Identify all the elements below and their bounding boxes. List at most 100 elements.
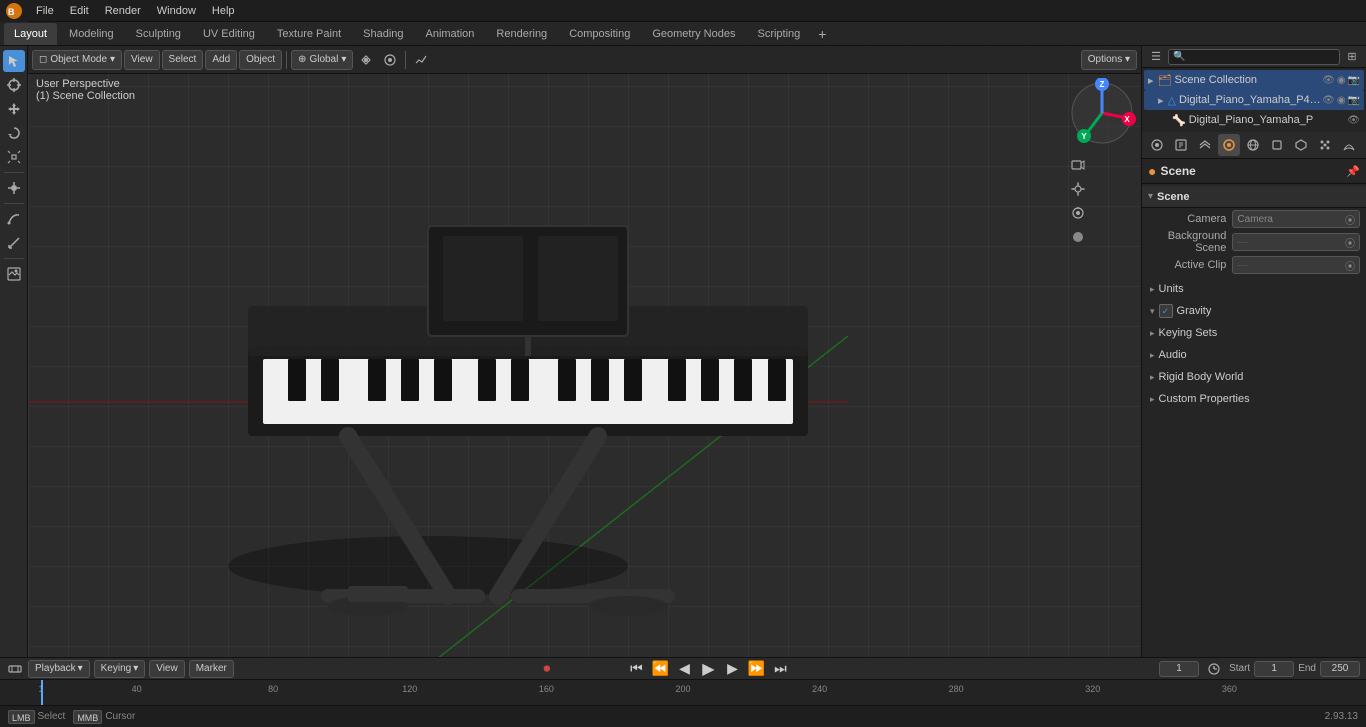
transform-dropdown[interactable]: ⊕ Global ▾: [291, 50, 353, 70]
next-frame-button[interactable]: ▶: [722, 660, 742, 677]
rotate-tool-button[interactable]: [3, 122, 25, 144]
graph-editor-button[interactable]: [410, 49, 432, 71]
tab-scripting[interactable]: Scripting: [747, 23, 810, 45]
tab-shading[interactable]: Shading: [353, 23, 413, 45]
menu-file[interactable]: File: [28, 0, 62, 22]
camera-view-button[interactable]: [1067, 154, 1089, 176]
viewport-icon[interactable]: ◉: [1337, 75, 1346, 86]
menu-window[interactable]: Window: [149, 0, 204, 22]
cursor-tool-button[interactable]: [3, 74, 25, 96]
playback-dropdown[interactable]: Playback ▾: [28, 660, 90, 678]
world-props-icon[interactable]: [1242, 134, 1264, 156]
timeline-playhead[interactable]: [41, 680, 43, 705]
tab-texture-paint[interactable]: Texture Paint: [267, 23, 351, 45]
particle-props-icon[interactable]: [1314, 134, 1336, 156]
menu-help[interactable]: Help: [204, 0, 243, 22]
prev-frame-button[interactable]: ◀: [674, 660, 694, 677]
current-frame-field[interactable]: [1159, 661, 1199, 677]
add-workspace-button[interactable]: +: [812, 26, 832, 42]
active-clip-value[interactable]: — ⦿: [1232, 256, 1360, 274]
tab-uv-editing[interactable]: UV Editing: [193, 23, 265, 45]
outliner-piano-child-item[interactable]: 🦴 Digital_Piano_Yamaha_P 👁: [1144, 110, 1364, 130]
background-scene-picker-icon[interactable]: ⦿: [1345, 235, 1355, 250]
viewport-gizmo[interactable]: X Y Z: [1067, 78, 1137, 148]
scale-tool-button[interactable]: [3, 146, 25, 168]
outliner-scene-collection[interactable]: ▸ 🗂 Scene Collection 👁 ◉ 📷: [1144, 70, 1364, 90]
scene-props-icon[interactable]: [1218, 134, 1240, 156]
gravity-section[interactable]: ▾ ✓ Gravity: [1142, 300, 1366, 322]
tab-compositing[interactable]: Compositing: [559, 23, 640, 45]
keying-sets-section[interactable]: ▸ Keying Sets: [1142, 322, 1366, 344]
tab-sculpting[interactable]: Sculpting: [126, 23, 191, 45]
object-mode-dropdown[interactable]: ◻ Object Mode ▾: [32, 50, 122, 70]
rigid-body-arrow-icon: ▸: [1150, 372, 1155, 383]
select-menu[interactable]: Select: [162, 50, 204, 70]
viewport-shading-solid[interactable]: [1067, 226, 1089, 248]
marker-dropdown[interactable]: Marker: [189, 660, 234, 678]
options-dropdown[interactable]: Options ▾: [1081, 50, 1137, 70]
proportional-edit-button[interactable]: [379, 49, 401, 71]
scene-collection-label: Scene Collection: [1175, 74, 1323, 86]
viewport-3d[interactable]: ◻ Object Mode ▾ View Select Add Object: [28, 46, 1141, 657]
timeline-view-dropdown[interactable]: View: [149, 660, 185, 678]
outliner-piano-item[interactable]: ▸ △ Digital_Piano_Yamaha_P45_S 👁 ◉ 📷: [1144, 90, 1364, 110]
start-frame-field[interactable]: [1254, 661, 1294, 677]
add-object-button[interactable]: [3, 263, 25, 285]
end-frame-field[interactable]: [1320, 661, 1360, 677]
audio-section[interactable]: ▸ Audio: [1142, 344, 1366, 366]
tab-modeling[interactable]: Modeling: [59, 23, 124, 45]
menu-render[interactable]: Render: [97, 0, 149, 22]
tab-geometry-nodes[interactable]: Geometry Nodes: [642, 23, 745, 45]
visibility-icon[interactable]: 👁: [1322, 75, 1335, 86]
tab-rendering[interactable]: Rendering: [486, 23, 557, 45]
play-button[interactable]: ▶: [698, 659, 718, 679]
record-button[interactable]: ⏺: [537, 660, 557, 677]
units-section[interactable]: ▸ Units: [1142, 278, 1366, 300]
viewport-background: [28, 46, 1141, 657]
gravity-checkbox[interactable]: ✓: [1159, 304, 1173, 318]
snap-toggle-button[interactable]: [355, 49, 377, 71]
outliner-filter-button[interactable]: ⊞: [1342, 48, 1362, 66]
active-clip-picker-icon[interactable]: ⦿: [1345, 258, 1355, 273]
child-visibility-icon[interactable]: 👁: [1347, 115, 1360, 126]
annotate-tool-button[interactable]: [3, 208, 25, 230]
view-layer-props-icon[interactable]: [1194, 134, 1216, 156]
select-tool-button[interactable]: [3, 50, 25, 72]
jump-to-start-button[interactable]: ⏮: [626, 660, 646, 677]
measure-tool-button[interactable]: [3, 232, 25, 254]
tab-layout[interactable]: Layout: [4, 23, 57, 45]
render-preview-button[interactable]: [1067, 202, 1089, 224]
item-render-icon[interactable]: 📷: [1348, 95, 1360, 106]
custom-props-section[interactable]: ▸ Custom Properties: [1142, 388, 1366, 410]
pan-view-button[interactable]: [1067, 178, 1089, 200]
camera-picker-icon[interactable]: ⦿: [1345, 212, 1355, 227]
timeline-track[interactable]: 1 40 80 120 160 200 240 280 320 360: [0, 680, 1366, 705]
render-props-icon[interactable]: [1146, 134, 1168, 156]
move-tool-button[interactable]: [3, 98, 25, 120]
outliner-menu-button[interactable]: ☰: [1146, 48, 1166, 66]
add-menu[interactable]: Add: [205, 50, 237, 70]
scene-section-header[interactable]: ▾ Scene: [1142, 186, 1366, 208]
camera-value[interactable]: Camera ⦿: [1232, 210, 1360, 228]
transform-tool-button[interactable]: [3, 177, 25, 199]
item-visibility-icon[interactable]: 👁: [1322, 95, 1335, 106]
scene-collection-icon: ▸: [1148, 74, 1154, 87]
keying-dropdown[interactable]: Keying ▾: [94, 660, 146, 678]
jump-to-end-button[interactable]: ⏭: [770, 660, 790, 677]
outliner-search[interactable]: [1168, 49, 1340, 65]
background-scene-value[interactable]: — ⦿: [1232, 233, 1360, 251]
item-viewport-icon[interactable]: ◉: [1337, 95, 1346, 106]
view-menu[interactable]: View: [124, 50, 160, 70]
menu-edit[interactable]: Edit: [62, 0, 97, 22]
next-keyframe-button[interactable]: ⏩: [746, 660, 766, 677]
render-icon[interactable]: 📷: [1348, 75, 1360, 86]
tab-animation[interactable]: Animation: [416, 23, 485, 45]
object-menu[interactable]: Object: [239, 50, 282, 70]
prev-keyframe-button[interactable]: ⏪: [650, 660, 670, 677]
physics-props-icon[interactable]: [1338, 134, 1360, 156]
pin-button[interactable]: 📌: [1346, 165, 1360, 178]
object-props-icon[interactable]: [1266, 134, 1288, 156]
rigid-body-section[interactable]: ▸ Rigid Body World: [1142, 366, 1366, 388]
output-props-icon[interactable]: [1170, 134, 1192, 156]
modifier-props-icon[interactable]: [1290, 134, 1312, 156]
